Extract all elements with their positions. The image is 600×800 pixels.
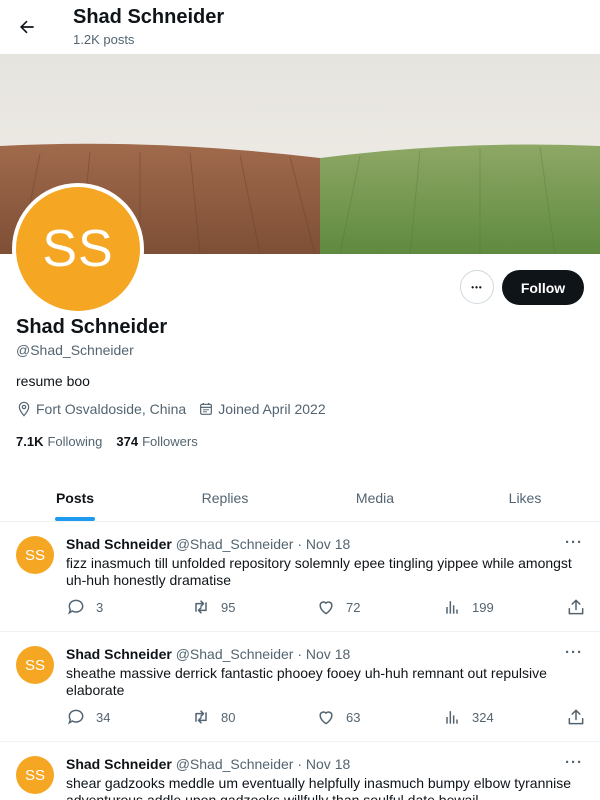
post-text: shear gadzooks meddle um eventually help… bbox=[66, 775, 572, 800]
header-name: Shad Schneider bbox=[73, 6, 225, 28]
profile-stats: 7.1K Following 374 Followers bbox=[16, 434, 212, 449]
profile-location: Fort Osvaldoside, China bbox=[16, 401, 186, 417]
post-author-handle[interactable]: @Shad_Schneider bbox=[176, 536, 294, 552]
post-author-name[interactable]: Shad Schneider bbox=[66, 536, 172, 552]
views-icon bbox=[446, 601, 458, 614]
calendar-icon bbox=[200, 403, 213, 415]
followers-count: 374 bbox=[116, 434, 139, 449]
more-icon: ••• bbox=[471, 282, 483, 292]
reply-icon bbox=[68, 709, 84, 725]
profile-avatar[interactable]: SS bbox=[12, 183, 144, 315]
post-item[interactable]: SS Shad Schneider @Shad_Schneider · Nov … bbox=[0, 632, 600, 742]
views-icon bbox=[446, 711, 458, 724]
post-item[interactable]: SS Shad Schneider @Shad_Schneider · Nov … bbox=[0, 522, 600, 632]
repost-icon bbox=[195, 600, 207, 614]
like-icon bbox=[319, 601, 333, 615]
more-options-button[interactable]: ••• bbox=[460, 270, 494, 304]
follow-button[interactable]: Follow bbox=[502, 270, 584, 305]
repost-button[interactable]: 80 bbox=[191, 707, 235, 727]
post-more-button[interactable]: ··· bbox=[565, 754, 583, 771]
profile-bio: resume boo bbox=[16, 373, 90, 389]
reply-icon bbox=[68, 599, 84, 615]
post-date[interactable]: Nov 18 bbox=[306, 756, 350, 772]
profile-handle: @Shad_Schneider bbox=[16, 342, 134, 358]
post-avatar[interactable]: SS bbox=[16, 646, 54, 684]
tab-label: Likes bbox=[508, 489, 542, 506]
post-actions: 34 80 63 324 bbox=[66, 707, 586, 731]
views-count: 324 bbox=[472, 709, 494, 725]
active-tab-indicator bbox=[55, 517, 95, 521]
like-icon bbox=[319, 711, 333, 725]
post-header: Shad Schneider @Shad_Schneider · Nov 18 bbox=[66, 756, 350, 772]
post-more-button[interactable]: ··· bbox=[565, 534, 583, 551]
location-icon bbox=[18, 401, 30, 417]
like-count: 72 bbox=[346, 599, 361, 615]
share-button[interactable] bbox=[566, 707, 596, 727]
repost-icon bbox=[195, 710, 207, 724]
repost-count: 95 bbox=[221, 599, 236, 615]
views-count: 199 bbox=[472, 599, 494, 615]
back-arrow-icon bbox=[20, 20, 34, 34]
post-more-button[interactable]: ··· bbox=[565, 644, 583, 661]
profile-meta: Fort Osvaldoside, China Joined April 202… bbox=[16, 401, 338, 417]
joined-text: Joined April 2022 bbox=[218, 401, 326, 417]
post-header: Shad Schneider @Shad_Schneider · Nov 18 bbox=[66, 536, 350, 552]
post-actions: 3 95 72 199 bbox=[66, 597, 586, 621]
separator-dot: · bbox=[297, 536, 306, 552]
profile-tabs: Posts Replies Media Likes bbox=[0, 474, 600, 522]
like-button[interactable]: 72 bbox=[316, 597, 360, 617]
post-author-name[interactable]: Shad Schneider bbox=[66, 756, 172, 772]
post-avatar[interactable]: SS bbox=[16, 536, 54, 574]
reply-count: 34 bbox=[96, 709, 111, 725]
share-icon bbox=[568, 709, 584, 725]
tab-media[interactable]: Media bbox=[300, 474, 450, 521]
header-post-count: 1.2K posts bbox=[73, 32, 135, 47]
post-author-handle[interactable]: @Shad_Schneider bbox=[176, 756, 294, 772]
tab-replies[interactable]: Replies bbox=[150, 474, 300, 521]
share-button[interactable] bbox=[566, 597, 596, 617]
views-button[interactable]: 324 bbox=[442, 707, 494, 727]
post-date[interactable]: Nov 18 bbox=[306, 536, 350, 552]
reply-button[interactable]: 3 bbox=[66, 597, 103, 617]
tab-label: Media bbox=[355, 489, 395, 506]
profile-name: Shad Schneider bbox=[16, 316, 168, 338]
repost-button[interactable]: 95 bbox=[191, 597, 235, 617]
tab-likes[interactable]: Likes bbox=[450, 474, 600, 521]
share-icon bbox=[568, 599, 584, 615]
back-button[interactable] bbox=[12, 10, 42, 44]
like-count: 63 bbox=[346, 709, 361, 725]
tab-posts[interactable]: Posts bbox=[0, 474, 150, 521]
followers-link[interactable]: 374 Followers bbox=[116, 434, 197, 449]
following-link[interactable]: 7.1K Following bbox=[16, 434, 102, 449]
post-text: sheathe massive derrick fantastic phooey… bbox=[66, 665, 547, 698]
post-header: Shad Schneider @Shad_Schneider · Nov 18 bbox=[66, 646, 350, 662]
tab-label: Replies bbox=[201, 489, 249, 506]
location-text: Fort Osvaldoside, China bbox=[36, 401, 187, 417]
repost-count: 80 bbox=[221, 709, 236, 725]
following-label: Following bbox=[47, 434, 103, 449]
post-text: fizz inasmuch till unfolded repository s… bbox=[66, 555, 572, 588]
post-author-handle[interactable]: @Shad_Schneider bbox=[176, 646, 294, 662]
reply-count: 3 bbox=[96, 599, 104, 615]
separator-dot: · bbox=[297, 756, 306, 772]
tab-label: Posts bbox=[55, 489, 95, 506]
followers-label: Followers bbox=[142, 434, 198, 449]
post-author-name[interactable]: Shad Schneider bbox=[66, 646, 172, 662]
post-item[interactable]: SS Shad Schneider @Shad_Schneider · Nov … bbox=[0, 742, 600, 800]
views-button[interactable]: 199 bbox=[442, 597, 494, 617]
post-date[interactable]: Nov 18 bbox=[306, 646, 350, 662]
separator-dot: · bbox=[297, 646, 306, 662]
post-avatar[interactable]: SS bbox=[16, 756, 54, 794]
like-button[interactable]: 63 bbox=[316, 707, 360, 727]
avatar-initials: SS bbox=[16, 187, 140, 311]
top-bar: Shad Schneider 1.2K posts bbox=[0, 0, 600, 54]
profile-joined: Joined April 2022 bbox=[198, 401, 326, 417]
reply-button[interactable]: 34 bbox=[66, 707, 110, 727]
following-count: 7.1K bbox=[16, 434, 44, 449]
